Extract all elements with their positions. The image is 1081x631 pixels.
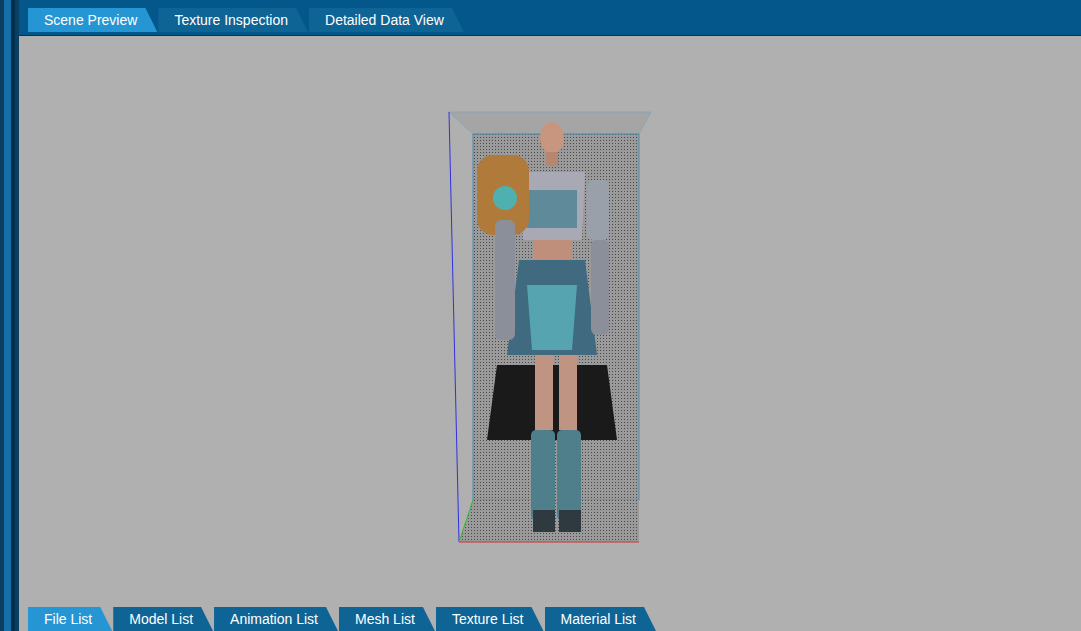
- list-tab[interactable]: Model List: [113, 607, 213, 631]
- list-tab[interactable]: Animation List: [214, 607, 338, 631]
- main-area: Scene PreviewTexture InspectionDetailed …: [19, 0, 1081, 631]
- list-tab[interactable]: File List: [28, 607, 112, 631]
- list-tab[interactable]: Material List: [545, 607, 656, 631]
- bounding-box: [449, 112, 651, 542]
- list-tab-bar: File ListModel ListAnimation ListMesh Li…: [19, 604, 1081, 631]
- list-tab[interactable]: Texture List: [436, 607, 544, 631]
- view-tab[interactable]: Texture Inspection: [158, 8, 308, 32]
- view-tab[interactable]: Detailed Data View: [309, 8, 464, 32]
- app-window: Scene PreviewTexture InspectionDetailed …: [0, 0, 1081, 631]
- view-tab-bar: Scene PreviewTexture InspectionDetailed …: [19, 0, 1081, 36]
- view-tab[interactable]: Scene Preview: [28, 8, 157, 32]
- list-tab[interactable]: Mesh List: [339, 607, 435, 631]
- rail-stripe: [4, 0, 15, 631]
- scene-model-view[interactable]: [447, 110, 653, 544]
- character-figure: [477, 122, 617, 532]
- left-rail: [0, 0, 19, 631]
- scene-viewport[interactable]: [19, 36, 1081, 604]
